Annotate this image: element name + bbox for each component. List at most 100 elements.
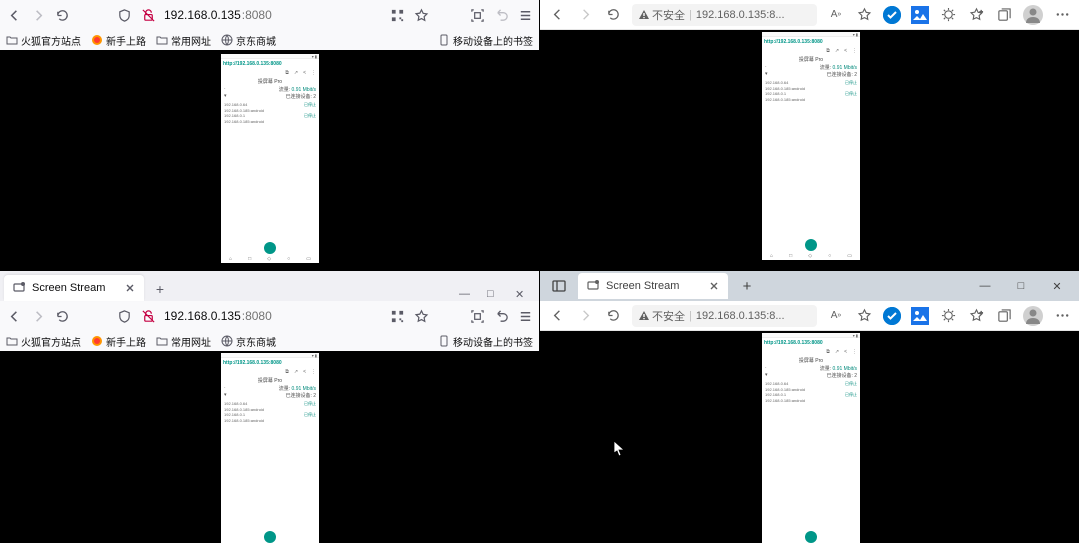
bookmark-jd[interactable]: 京东商城 bbox=[221, 334, 276, 349]
back-button[interactable] bbox=[548, 307, 566, 325]
tab-screen-stream[interactable]: Screen Stream bbox=[578, 273, 728, 299]
screenshot-icon[interactable] bbox=[469, 308, 485, 324]
undo-icon[interactable] bbox=[493, 308, 509, 324]
url-bar[interactable]: 192.168.0.135:8080 bbox=[164, 309, 381, 323]
bookmarks-bar: 火狐官方站点 新手上路 常用网址 京东商城 移动设备上的书签 bbox=[0, 30, 539, 50]
back-button[interactable] bbox=[6, 7, 22, 23]
open-icon: ↗ bbox=[294, 70, 298, 76]
extensions-icon[interactable] bbox=[939, 6, 957, 24]
favorites-icon[interactable] bbox=[967, 6, 985, 24]
minimize-button[interactable]: — bbox=[459, 288, 471, 301]
bookmark-common-sites[interactable]: 常用网址 bbox=[156, 334, 211, 349]
forward-button[interactable] bbox=[30, 308, 46, 324]
read-aloud-icon[interactable]: A» bbox=[827, 307, 845, 325]
favorites-icon[interactable] bbox=[967, 307, 985, 325]
url-port: :8080 bbox=[242, 8, 272, 22]
phone-device-list: 192.168.0.64已停止 192.168.0.185:android 19… bbox=[221, 100, 319, 126]
page-content: ▾▮ http://192.168.0.135:8080 ⧉↗<⋮ 投屏幕 Pr… bbox=[0, 50, 539, 271]
bookmark-mobile[interactable]: 移动设备上的书签 bbox=[438, 33, 533, 48]
bookmark-jd[interactable]: 京东商城 bbox=[221, 33, 276, 48]
maximize-button[interactable]: □ bbox=[487, 288, 499, 301]
phone-fab bbox=[805, 239, 817, 251]
qr-icon[interactable] bbox=[389, 308, 405, 324]
forward-button[interactable] bbox=[30, 7, 46, 23]
extensions-icon[interactable] bbox=[939, 307, 957, 325]
url-host: 192.168.0.135 bbox=[164, 8, 241, 22]
picture-icon[interactable] bbox=[911, 307, 929, 325]
phone-stream-url: http://192.168.0.135:8080 bbox=[221, 59, 319, 69]
tab-screen-stream[interactable]: Screen Stream bbox=[4, 275, 144, 301]
window-controls: — □ ✕ bbox=[967, 280, 1075, 293]
shield-icon[interactable] bbox=[116, 7, 132, 23]
bookmark-common-sites[interactable]: 常用网址 bbox=[156, 33, 211, 48]
maximize-button[interactable]: □ bbox=[1003, 280, 1039, 293]
new-tab-button[interactable]: + bbox=[148, 277, 172, 301]
url-bar[interactable]: 不安全 | 192.168.0.135:8... bbox=[632, 305, 817, 327]
firefox-tab-bar: Screen Stream + — □ ✕ bbox=[0, 271, 539, 301]
avatar-icon[interactable] bbox=[1023, 306, 1043, 326]
undo-icon[interactable] bbox=[493, 7, 509, 23]
reload-button[interactable] bbox=[54, 308, 70, 324]
lock-crossed-icon[interactable] bbox=[140, 308, 156, 324]
globe-icon bbox=[221, 34, 233, 46]
phone-fab bbox=[264, 242, 276, 254]
phone-mirror: ▾▮ http://192.168.0.135:8080 ⧉↗<⋮ 投屏幕 Pr… bbox=[762, 32, 860, 260]
read-aloud-icon[interactable]: A» bbox=[827, 6, 845, 24]
bookmark-firefox-official[interactable]: 火狐官方站点 bbox=[6, 334, 81, 349]
bookmark-star-icon[interactable] bbox=[413, 308, 429, 324]
insecure-warning[interactable]: 不安全 bbox=[638, 308, 685, 324]
mouse-cursor bbox=[614, 441, 626, 457]
menu-icon[interactable] bbox=[517, 7, 533, 23]
minimize-button[interactable]: — bbox=[967, 280, 1003, 293]
menu-icon[interactable] bbox=[517, 308, 533, 324]
page-content: ▾▮ http://192.168.0.135:8080 ⧉↗<⋮ 投屏幕 Pr… bbox=[0, 351, 539, 543]
back-button[interactable] bbox=[6, 308, 22, 324]
firefox-window-top-left: 192.168.0.135:8080 火狐官方站点 新手上路 常用网址 京东商城… bbox=[0, 0, 539, 271]
profile-badge-icon[interactable] bbox=[883, 307, 901, 325]
bookmark-star-icon[interactable] bbox=[413, 7, 429, 23]
close-button[interactable]: ✕ bbox=[1039, 280, 1075, 293]
tab-actions-button[interactable] bbox=[544, 274, 574, 298]
insecure-warning[interactable]: 不安全 bbox=[638, 7, 685, 23]
favorite-star-icon[interactable] bbox=[855, 6, 873, 24]
page-content: ▾▮ http://192.168.0.135:8080 ⧉↗<⋮ 投屏幕 Pr… bbox=[540, 331, 1079, 543]
bookmark-getting-started[interactable]: 新手上路 bbox=[91, 33, 146, 48]
qr-icon[interactable] bbox=[389, 7, 405, 23]
forward-button[interactable] bbox=[576, 6, 594, 24]
phone-mirror: ▾▮ http://192.168.0.135:8080 ⧉↗<⋮ 投屏幕 Pr… bbox=[762, 333, 860, 543]
reload-button[interactable] bbox=[604, 6, 622, 24]
tab-close-icon[interactable] bbox=[708, 280, 720, 292]
back-button[interactable] bbox=[548, 6, 566, 24]
folder-icon bbox=[156, 34, 168, 46]
reload-button[interactable] bbox=[604, 307, 622, 325]
tab-close-icon[interactable] bbox=[124, 282, 136, 294]
bookmark-mobile[interactable]: 移动设备上的书签 bbox=[438, 334, 533, 349]
phone-app-title: 投屏幕 Pro bbox=[221, 77, 319, 86]
close-button[interactable]: ✕ bbox=[515, 288, 527, 301]
bookmarks-bar: 火狐官方站点 新手上路 常用网址 京东商城 移动设备上的书签 bbox=[0, 331, 539, 351]
collections-icon[interactable] bbox=[995, 307, 1013, 325]
url-bar[interactable]: 不安全 | 192.168.0.135:8... bbox=[632, 4, 817, 26]
picture-icon[interactable] bbox=[911, 6, 929, 24]
profile-badge-icon[interactable] bbox=[883, 6, 901, 24]
edge-toolbar: 不安全 | 192.168.0.135:8... A» bbox=[540, 301, 1079, 331]
favorite-star-icon[interactable] bbox=[855, 307, 873, 325]
more-menu-icon[interactable] bbox=[1053, 6, 1071, 24]
firefox-icon bbox=[91, 34, 103, 46]
lock-crossed-icon[interactable] bbox=[140, 7, 156, 23]
mobile-icon bbox=[438, 34, 450, 46]
screenshot-icon[interactable] bbox=[469, 7, 485, 23]
tab-favicon bbox=[586, 279, 600, 293]
bookmark-getting-started[interactable]: 新手上路 bbox=[91, 334, 146, 349]
new-tab-button[interactable]: + bbox=[732, 274, 762, 298]
reload-button[interactable] bbox=[54, 7, 70, 23]
url-bar[interactable]: 192.168.0.135:8080 bbox=[164, 8, 381, 22]
forward-button[interactable] bbox=[576, 307, 594, 325]
tab-favicon bbox=[12, 281, 26, 295]
more-menu-icon[interactable] bbox=[1053, 307, 1071, 325]
collections-icon[interactable] bbox=[995, 6, 1013, 24]
phone-fab bbox=[264, 531, 276, 543]
shield-icon[interactable] bbox=[116, 308, 132, 324]
avatar-icon[interactable] bbox=[1023, 5, 1043, 25]
bookmark-firefox-official[interactable]: 火狐官方站点 bbox=[6, 33, 81, 48]
